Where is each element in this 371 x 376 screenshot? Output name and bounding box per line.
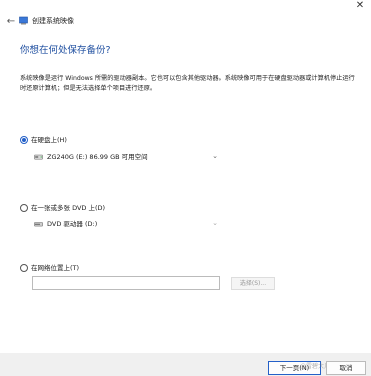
option-hard-disk-label: 在硬盘上(H) [31, 136, 67, 144]
browse-button[interactable]: 选择(S)... [231, 277, 275, 290]
backup-wizard-window: ← 创建系统映像 ✕ 你想在何处保存备份? 系统映像是运行 Windows 所需… [0, 0, 371, 376]
option-hard-disk[interactable]: 在硬盘上(H) [20, 135, 67, 145]
page-heading: 你想在何处保存备份? [20, 45, 111, 56]
chevron-down-icon: ⌄ [212, 152, 218, 160]
radio-network[interactable] [20, 264, 28, 272]
cancel-button[interactable]: 取消 [326, 361, 366, 375]
back-arrow-icon[interactable]: ← [5, 16, 17, 28]
description-text: 系统映像是运行 Windows 所需的驱动器副本。它也可以包含其他驱动器。系统映… [20, 75, 355, 92]
window-title: 创建系统映像 [32, 17, 74, 25]
option-network[interactable]: 在网络位置上(T) [20, 263, 79, 273]
radio-hard-disk[interactable] [20, 136, 28, 144]
close-icon[interactable]: ✕ [354, 0, 366, 12]
hard-drive-icon [34, 154, 43, 159]
dvd-drive-icon [34, 221, 43, 226]
option-dvd-label: 在一张或多张 DVD 上(D) [31, 204, 106, 212]
dvd-selected-value: DVD 驱动器 (D:) [47, 219, 98, 228]
option-dvd[interactable]: 在一张或多张 DVD 上(D) [20, 203, 105, 213]
option-network-label: 在网络位置上(T) [31, 264, 80, 272]
chevron-down-icon: ⌄ [212, 219, 218, 227]
hard-disk-dropdown[interactable]: ZG240G (E:) 86.99 GB 可用空间 ⌄ [32, 150, 220, 163]
radio-dvd[interactable] [20, 204, 28, 212]
title-bar: ← 创建系统映像 ✕ [0, 0, 371, 40]
dvd-dropdown[interactable]: DVD 驱动器 (D:) ⌄ [32, 217, 220, 230]
hard-disk-selected-value: ZG240G (E:) 86.99 GB 可用空间 [47, 152, 148, 161]
network-location-input[interactable] [32, 276, 220, 290]
backup-app-icon [19, 16, 28, 25]
